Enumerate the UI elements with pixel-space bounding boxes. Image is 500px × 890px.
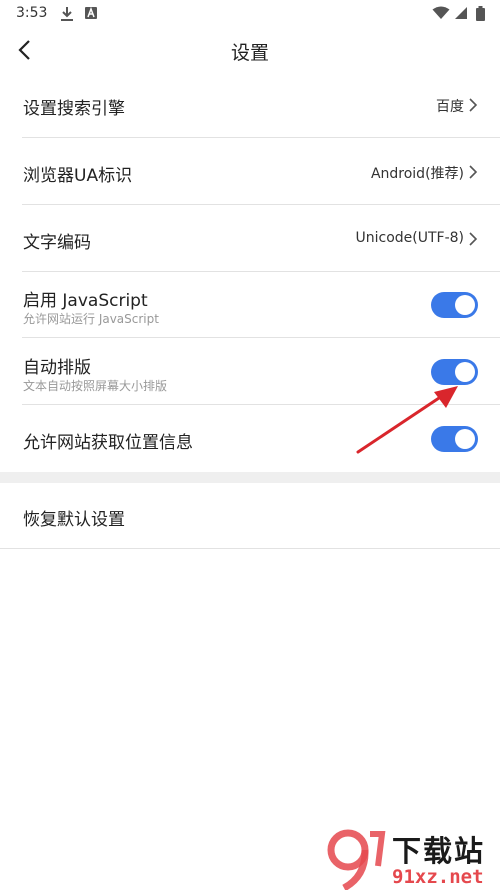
- chevron-right-icon: [469, 98, 478, 112]
- setting-browser-ua[interactable]: 浏览器UA标识 Android(推荐): [0, 139, 500, 205]
- setting-text-encoding[interactable]: 文字编码 Unicode(UTF-8): [0, 206, 500, 272]
- chevron-right-icon: [469, 165, 478, 179]
- app-notification-icon: [85, 6, 97, 19]
- watermark-brand: 下载站: [392, 834, 486, 868]
- cellular-signal-icon: [455, 7, 467, 19]
- setting-label: 允许网站获取位置信息: [23, 433, 193, 453]
- divider: [22, 204, 500, 205]
- setting-value: 百度: [436, 99, 464, 115]
- setting-label: 浏览器UA标识: [23, 166, 133, 186]
- watermark: 下载站 91xz.net: [326, 826, 500, 890]
- setting-label: 自动排版: [23, 358, 91, 378]
- setting-description: 文本自动按照屏幕大小排版: [23, 379, 168, 393]
- setting-search-engine[interactable]: 设置搜索引擎 百度: [0, 72, 500, 138]
- battery-icon: [476, 6, 485, 21]
- setting-label: 设置搜索引擎: [23, 99, 125, 119]
- divider: [22, 337, 500, 338]
- setting-label: 启用 JavaScript: [23, 291, 148, 311]
- annotation-arrow-icon: [356, 386, 458, 454]
- app-header: 设置: [0, 28, 500, 72]
- toggle-knob: [455, 295, 475, 315]
- setting-enable-javascript: 启用 JavaScript 允许网站运行 JavaScript: [0, 272, 500, 338]
- section-divider: [0, 472, 500, 483]
- setting-label: 文字编码: [23, 233, 91, 253]
- watermark-url: 91xz.net: [392, 866, 484, 888]
- divider: [22, 137, 500, 138]
- status-bar: 3:53: [0, 0, 500, 28]
- setting-value: Unicode(UTF-8): [355, 230, 464, 246]
- watermark-logo-icon: [327, 829, 386, 890]
- download-icon: [61, 7, 73, 21]
- page-title: 设置: [230, 42, 269, 64]
- javascript-toggle[interactable]: [431, 292, 478, 318]
- wifi-icon: [432, 6, 450, 19]
- setting-value: Android(推荐): [370, 166, 464, 182]
- setting-description: 允许网站运行 JavaScript: [23, 312, 159, 326]
- toggle-knob: [455, 362, 475, 382]
- chevron-right-icon: [469, 232, 478, 246]
- status-time: 3:53: [16, 5, 48, 21]
- divider: [0, 548, 500, 549]
- reset-label: 恢复默认设置: [23, 510, 125, 530]
- reset-defaults-item[interactable]: 恢复默认设置: [0, 483, 500, 549]
